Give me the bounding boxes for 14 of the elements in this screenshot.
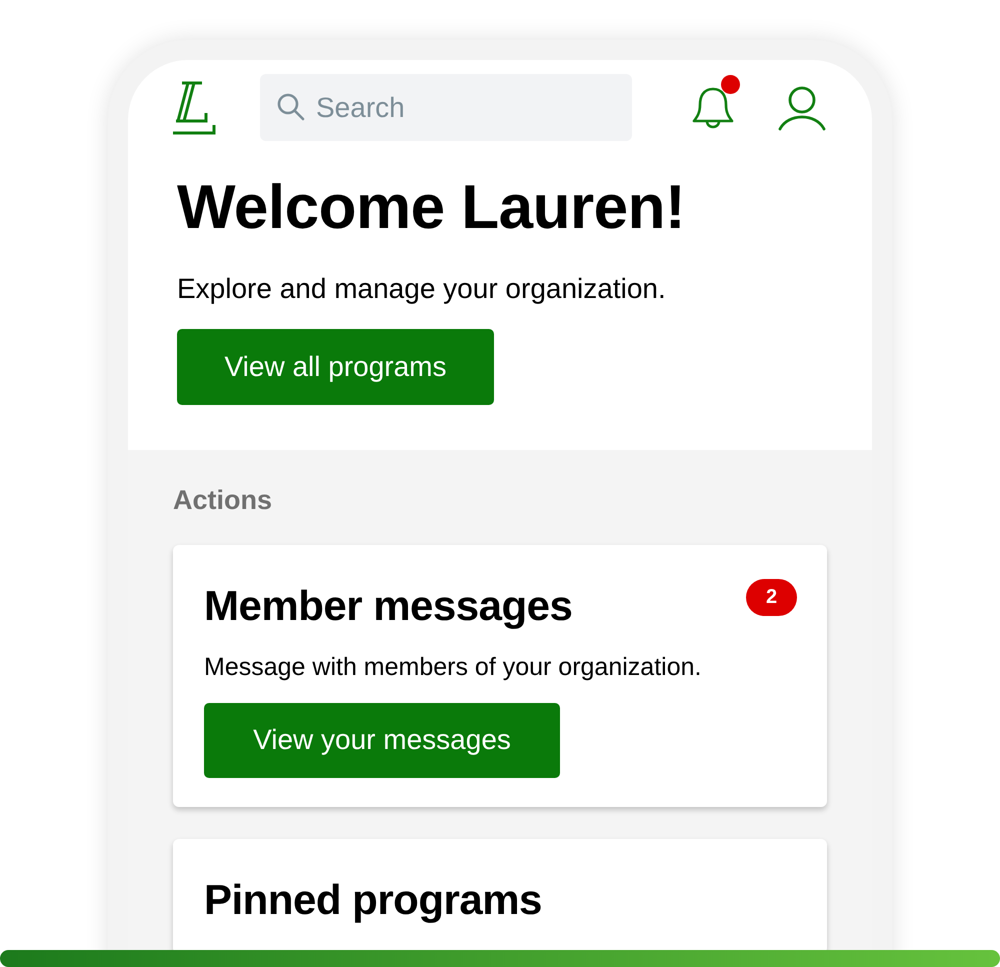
- view-all-programs-button[interactable]: View all programs: [177, 329, 494, 405]
- user-icon[interactable]: [778, 84, 826, 130]
- card-description: Message with members of your organization.: [204, 652, 702, 682]
- search-icon: [276, 92, 306, 122]
- count-badge: 2: [746, 578, 797, 616]
- logo-icon[interactable]: [172, 80, 216, 134]
- section-label: Actions: [173, 484, 274, 517]
- welcome-heading: Welcome Lauren!: [177, 173, 686, 243]
- bell-icon[interactable]: [691, 84, 735, 130]
- search-field[interactable]: Search: [260, 74, 632, 141]
- card-title: Pinned programs: [204, 874, 542, 924]
- welcome-subtitle: Explore and manage your organization.: [177, 272, 666, 306]
- card-title: Member messages: [204, 580, 572, 630]
- view-messages-button[interactable]: View your messages: [204, 702, 560, 778]
